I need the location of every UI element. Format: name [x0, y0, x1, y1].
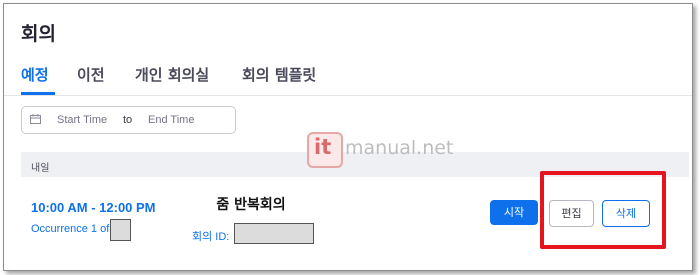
- tab-previous[interactable]: 이전: [77, 64, 105, 85]
- tab-bar: 예정 이전 개인 회의실 회의 템플릿: [4, 64, 692, 96]
- meeting-occurrence[interactable]: Occurrence 1 of: [31, 223, 109, 235]
- date-range-picker[interactable]: Start Time to End Time: [21, 106, 236, 134]
- start-button[interactable]: 시작: [490, 200, 538, 225]
- highlight-box: [540, 171, 666, 249]
- meeting-id-label: 회의 ID:: [192, 231, 230, 243]
- watermark-logo: it: [307, 132, 343, 168]
- end-time-field[interactable]: End Time: [148, 114, 194, 126]
- day-group-label: 내일: [31, 163, 50, 174]
- calendar-icon: [30, 114, 41, 124]
- tab-personal-room[interactable]: 개인 회의실: [135, 64, 209, 85]
- date-range-separator: to: [123, 114, 133, 126]
- meeting-id-redacted: [234, 223, 314, 244]
- occurrence-count-redacted: [110, 219, 131, 241]
- meeting-time[interactable]: 10:00 AM - 12:00 PM: [31, 200, 156, 215]
- tab-meeting-templates[interactable]: 회의 템플릿: [242, 64, 316, 85]
- page-title: 회의: [21, 23, 56, 45]
- watermark-logo-text: it: [314, 135, 332, 159]
- meeting-title[interactable]: 줌 반복회의: [190, 194, 312, 216]
- tab-upcoming[interactable]: 예정: [21, 64, 49, 85]
- watermark-text: manual.net: [345, 137, 454, 159]
- start-time-field[interactable]: Start Time: [57, 114, 107, 126]
- meetings-window: 회의 예정 이전 개인 회의실 회의 템플릿 Start Time to End…: [3, 3, 693, 271]
- tabs-divider: [4, 95, 692, 96]
